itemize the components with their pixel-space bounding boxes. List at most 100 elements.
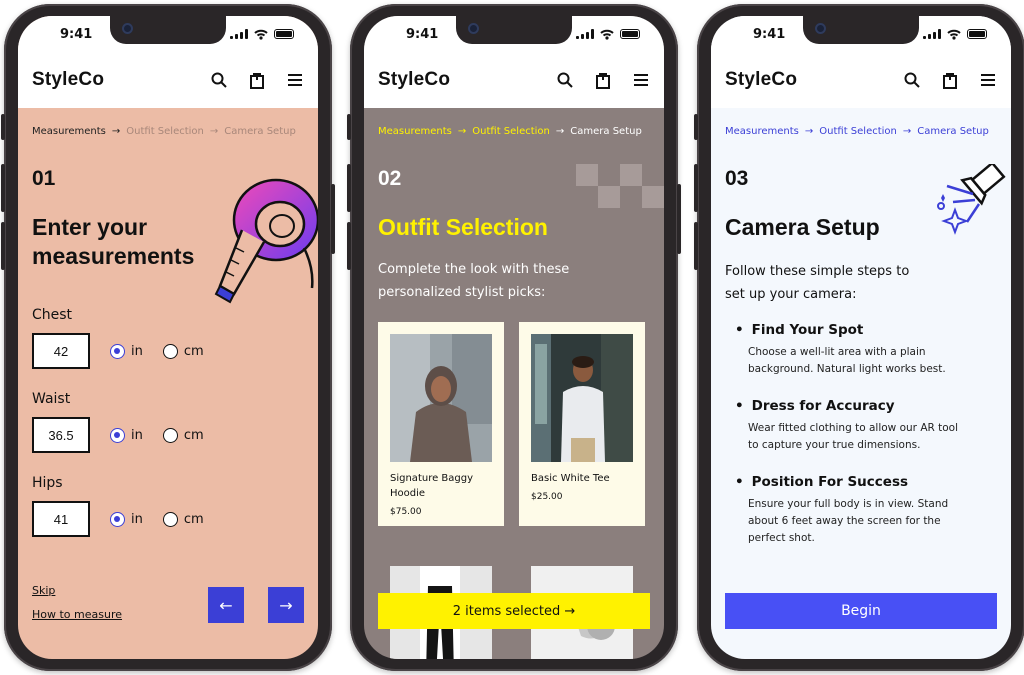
crumb-arrow-icon: →	[457, 126, 467, 137]
waist-value: 36.5	[48, 427, 74, 443]
page-title: Outfit Selection	[378, 214, 548, 240]
measurements-content: Measurements → Outfit Selection → Camera…	[18, 108, 318, 659]
step-description-line: Wear fitted clothing to allow our AR too…	[748, 422, 959, 434]
crumb-measurements[interactable]: Measurements	[725, 126, 799, 137]
intro-text: Follow these simple steps to set up your…	[725, 260, 997, 306]
status-time: 9:41	[60, 26, 93, 42]
unit-label: cm	[183, 511, 204, 527]
intro-line: set up your camera:	[725, 287, 857, 302]
outfit-content: Measurements → Outfit Selection → Camera…	[364, 108, 664, 659]
unit-label: in	[131, 343, 143, 359]
status-time: 9:41	[753, 26, 786, 42]
chest-unit-cm-radio[interactable]: cm	[162, 343, 204, 359]
items-selected-button[interactable]: 2 items selected →	[378, 593, 650, 629]
step-title: Find Your Spot	[751, 322, 864, 338]
skip-link[interactable]: Skip	[32, 584, 55, 597]
app-header: StyleCo	[364, 52, 664, 108]
crumb-outfit-selection[interactable]: Outfit Selection	[472, 126, 550, 137]
unit-label: in	[131, 427, 143, 443]
step-description-line: background. Natural light works best.	[748, 363, 946, 375]
list-item: • Position For Success Ensure your full b…	[735, 474, 997, 547]
crumb-arrow-icon: →	[111, 126, 121, 137]
notch	[456, 16, 572, 44]
chest-input[interactable]: 42	[32, 333, 90, 369]
wifi-icon	[947, 29, 961, 40]
crumb-arrow-icon: →	[804, 126, 814, 137]
product-name: Signature Baggy Hoodie	[390, 471, 492, 501]
step-description: Wear fitted clothing to allow our AR too…	[735, 420, 997, 454]
product-image	[390, 334, 492, 462]
signal-icon	[230, 29, 248, 39]
app-header: StyleCo	[18, 52, 318, 108]
crumb-camera-setup[interactable]: Camera Setup	[917, 126, 989, 137]
crumb-measurements[interactable]: Measurements	[32, 126, 106, 137]
setup-steps-list: • Find Your Spot Choose a well-lit area w…	[725, 322, 997, 547]
phone-frame-measurements: 9:41 StyleCo Measurements → Outfit Selec…	[1, 4, 335, 671]
bag-icon[interactable]	[248, 71, 266, 89]
brand-logo[interactable]: StyleCo	[32, 69, 104, 91]
crumb-outfit-selection[interactable]: Outfit Selection	[819, 126, 897, 137]
screen-outfit-selection: 9:41 StyleCo Measurements → Outfit Selec…	[364, 16, 664, 659]
next-button[interactable]: →	[268, 587, 304, 623]
product-card[interactable]: Signature Baggy Hoodie $75.00	[378, 322, 504, 526]
step-title: Position For Success	[751, 474, 909, 490]
product-card[interactable]: Basic White Tee $25.00	[519, 322, 645, 526]
bag-icon[interactable]	[594, 71, 612, 89]
bullet-icon: •	[735, 398, 744, 414]
product-name-line: Hoodie	[390, 488, 426, 499]
previous-button[interactable]: ←	[208, 587, 244, 623]
crumb-outfit-selection[interactable]: Outfit Selection	[126, 126, 204, 137]
search-icon[interactable]	[210, 71, 228, 89]
arrow-left-icon: ←	[219, 595, 233, 615]
unit-label: in	[131, 511, 143, 527]
battery-icon	[967, 29, 987, 39]
chest-unit-in-radio[interactable]: in	[110, 343, 143, 359]
step-description-line: Ensure your full body is in view. Stand	[748, 498, 949, 510]
product-grid: Signature Baggy Hoodie $75.00 Basic Whit…	[378, 322, 650, 526]
crumb-camera-setup[interactable]: Camera Setup	[570, 126, 642, 137]
breadcrumb: Measurements → Outfit Selection → Camera…	[378, 126, 650, 137]
search-icon[interactable]	[903, 71, 921, 89]
battery-icon	[274, 29, 294, 39]
field-label: Chest	[32, 307, 73, 323]
menu-icon[interactable]	[979, 71, 997, 89]
menu-icon[interactable]	[286, 71, 304, 89]
brand-logo[interactable]: StyleCo	[378, 69, 450, 91]
list-item: • Find Your Spot Choose a well-lit area w…	[735, 322, 997, 378]
field-label: Waist	[32, 391, 71, 407]
step-description-line: Choose a well-lit area with a plain	[748, 346, 926, 358]
screen-camera-setup: 9:41 StyleCo Measurements → Outfit Selec…	[711, 16, 1011, 659]
intro-line: Follow these simple steps to	[725, 264, 910, 279]
brand-logo[interactable]: StyleCo	[725, 69, 797, 91]
crumb-measurements[interactable]: Measurements	[378, 126, 452, 137]
waist-unit-cm-radio[interactable]: cm	[162, 427, 204, 443]
intro-line: Complete the look with these	[378, 262, 570, 277]
product-name-line: Signature Baggy	[390, 473, 474, 484]
crumb-arrow-icon: →	[555, 126, 565, 137]
radio-unselected-icon	[162, 343, 178, 359]
hips-input[interactable]: 41	[32, 501, 90, 537]
search-icon[interactable]	[556, 71, 574, 89]
hips-unit-cm-radio[interactable]: cm	[162, 511, 204, 527]
signal-icon	[923, 29, 941, 39]
hips-unit-in-radio[interactable]: in	[110, 511, 143, 527]
radio-selected-icon	[110, 511, 125, 527]
waist-field: Waist 36.5 in cm	[32, 391, 304, 453]
radio-selected-icon	[110, 343, 125, 359]
crumb-camera-setup[interactable]: Camera Setup	[224, 126, 296, 137]
radio-unselected-icon	[162, 427, 178, 443]
step-description-line: perfect shot.	[748, 532, 815, 544]
menu-icon[interactable]	[632, 71, 650, 89]
breadcrumb: Measurements → Outfit Selection → Camera…	[32, 126, 304, 137]
bag-icon[interactable]	[941, 71, 959, 89]
notch	[110, 16, 226, 44]
product-name-line: Basic White Tee	[531, 473, 610, 484]
waist-input[interactable]: 36.5	[32, 417, 90, 453]
field-label: Hips	[32, 475, 63, 491]
begin-button[interactable]: Begin	[725, 593, 997, 629]
step-description: Ensure your full body is in view. Stand …	[735, 496, 997, 547]
screen-measurements: 9:41 StyleCo Measurements → Outfit Selec…	[18, 16, 318, 659]
bullet-icon: •	[735, 474, 744, 490]
how-to-measure-link[interactable]: How to measure	[32, 608, 122, 621]
waist-unit-in-radio[interactable]: in	[110, 427, 143, 443]
